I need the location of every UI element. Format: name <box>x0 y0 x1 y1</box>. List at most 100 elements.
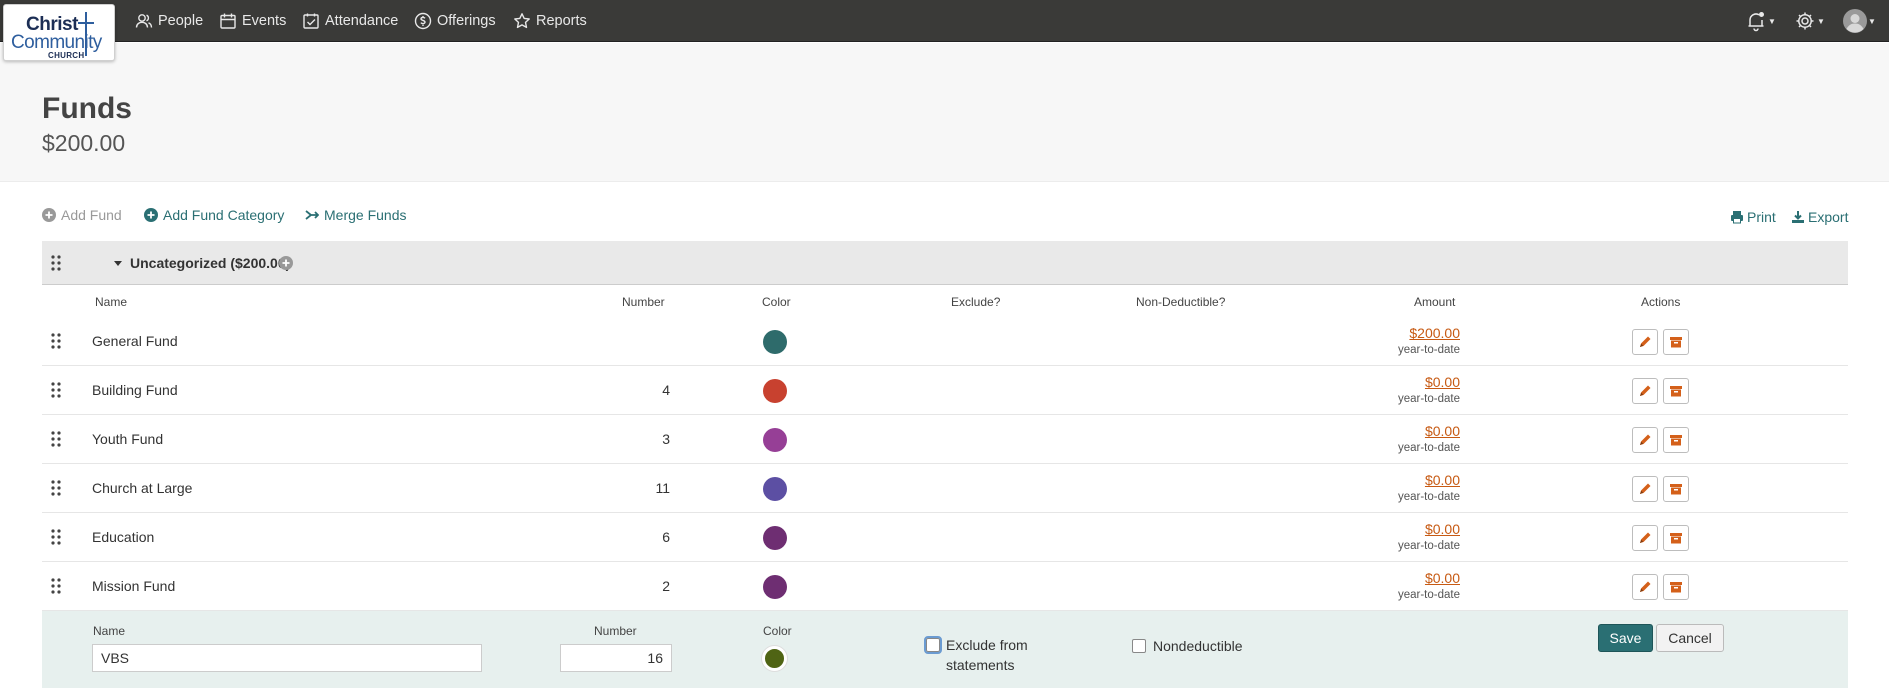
export-button[interactable]: Export <box>1791 209 1848 225</box>
fund-number: 3 <box>662 431 670 447</box>
merge-funds-button[interactable]: Merge Funds <box>305 207 406 223</box>
column-header-name: Name <box>95 295 128 309</box>
edit-fund-button[interactable] <box>1632 574 1658 600</box>
fund-amount-link[interactable]: $0.00 <box>1425 570 1460 586</box>
church-logo[interactable]: Christ Community CHURCH <box>3 4 115 61</box>
archive-fund-button[interactable] <box>1663 329 1689 355</box>
exclude-label: Exclude from statements <box>946 637 1028 673</box>
archive-icon <box>1669 531 1683 545</box>
name-field-label: Name <box>93 624 126 638</box>
add-fund-button[interactable]: Add Fund <box>42 207 122 223</box>
logo-line-3: CHURCH <box>48 51 85 60</box>
drag-handle-icon[interactable] <box>50 254 62 272</box>
edit-fund-button[interactable] <box>1632 476 1658 502</box>
add-fund-category-button[interactable]: Add Fund Category <box>144 207 284 223</box>
nav-offerings[interactable]: Offerings <box>414 0 496 42</box>
exclude-checkbox[interactable] <box>924 636 942 654</box>
table-row: General Fund $200.00 year-to-date <box>42 317 1848 366</box>
fund-number: 6 <box>662 529 670 545</box>
print-label: Print <box>1747 209 1776 225</box>
add-to-category-button[interactable] <box>279 256 293 270</box>
archive-icon <box>1669 335 1683 349</box>
caret-down-icon <box>114 260 122 266</box>
archive-fund-button[interactable] <box>1663 378 1689 404</box>
notifications-button[interactable]: ▼ <box>1745 8 1776 34</box>
pencil-icon <box>1638 384 1652 398</box>
settings-button[interactable]: ▼ <box>1794 8 1825 34</box>
drag-handle-icon[interactable] <box>50 430 62 448</box>
chevron-down-icon: ▼ <box>1868 16 1876 26</box>
category-toggle[interactable]: Uncategorized ($200.00) <box>114 255 290 271</box>
fund-number: 4 <box>662 382 670 398</box>
fund-color-swatch <box>763 428 787 452</box>
chevron-down-icon: ▼ <box>1768 16 1776 26</box>
column-header-amount: Amount <box>1414 295 1456 309</box>
nav-people[interactable]: People <box>135 0 203 42</box>
merge-icon <box>305 208 319 222</box>
save-button[interactable]: Save <box>1598 624 1653 652</box>
avatar <box>1843 9 1867 33</box>
edit-fund-button[interactable] <box>1632 427 1658 453</box>
drag-handle-icon[interactable] <box>50 479 62 497</box>
nondeductible-checkbox[interactable] <box>1132 639 1146 653</box>
add-fund-category-label: Add Fund Category <box>163 207 285 223</box>
table-row: Youth Fund 3 $0.00 year-to-date <box>42 415 1848 464</box>
fund-number-input[interactable]: 16 <box>560 644 672 672</box>
fund-amount-period: year-to-date <box>1397 491 1460 503</box>
cancel-button[interactable]: Cancel <box>1656 624 1724 652</box>
star-icon <box>513 12 531 30</box>
drag-handle-icon[interactable] <box>50 381 62 399</box>
fund-category-header: Uncategorized ($200.00) <box>42 241 1848 285</box>
fund-amount-link[interactable]: $0.00 <box>1425 472 1460 488</box>
add-fund-label: Add Fund <box>61 207 122 223</box>
archive-fund-button[interactable] <box>1663 574 1689 600</box>
fund-amount-link[interactable]: $0.00 <box>1425 521 1460 537</box>
nav-reports[interactable]: Reports <box>513 0 587 42</box>
archive-icon <box>1669 433 1683 447</box>
fund-amount-link[interactable]: $0.00 <box>1425 423 1460 439</box>
people-icon <box>135 12 153 30</box>
fund-name-input[interactable]: VBS <box>92 644 482 672</box>
archive-fund-button[interactable] <box>1663 476 1689 502</box>
fund-color-swatch <box>763 526 787 550</box>
fund-amount-period: year-to-date <box>1397 344 1460 356</box>
nav-offerings-label: Offerings <box>437 13 496 29</box>
nav-reports-label: Reports <box>536 13 587 29</box>
column-header-color: Color <box>762 295 791 309</box>
nav-people-label: People <box>158 13 204 29</box>
fund-color-swatch <box>763 379 787 403</box>
color-picker[interactable] <box>762 646 787 671</box>
nav-attendance-label: Attendance <box>325 13 399 29</box>
table-row: Church at Large 11 $0.00 year-to-date <box>42 464 1848 513</box>
printer-icon <box>1730 210 1744 224</box>
gear-icon <box>1794 10 1816 32</box>
archive-fund-button[interactable] <box>1663 525 1689 551</box>
nav-attendance[interactable]: Attendance <box>302 0 398 42</box>
archive-icon <box>1669 384 1683 398</box>
bell-icon <box>1745 10 1767 32</box>
column-header-nondeductible: Non-Deductible? <box>1136 295 1226 309</box>
fund-number: 11 <box>655 480 670 496</box>
category-title: Uncategorized ($200.00) <box>130 255 291 271</box>
download-icon <box>1791 210 1805 224</box>
fund-amount-period: year-to-date <box>1397 540 1460 552</box>
fund-name: Education <box>92 529 155 545</box>
fund-amount-link[interactable]: $200.00 <box>1409 325 1460 341</box>
nav-events[interactable]: Events <box>219 0 286 42</box>
drag-handle-icon[interactable] <box>50 332 62 350</box>
fund-amount-period: year-to-date <box>1397 393 1460 405</box>
column-header-exclude: Exclude? <box>951 295 1001 309</box>
edit-fund-button[interactable] <box>1632 378 1658 404</box>
print-button[interactable]: Print <box>1730 209 1776 225</box>
drag-handle-icon[interactable] <box>50 577 62 595</box>
drag-handle-icon[interactable] <box>50 528 62 546</box>
merge-funds-label: Merge Funds <box>324 207 407 223</box>
edit-fund-button[interactable] <box>1632 525 1658 551</box>
page-header: Funds $200.00 <box>0 43 1889 182</box>
fund-amount-link[interactable]: $0.00 <box>1425 374 1460 390</box>
edit-fund-button[interactable] <box>1632 329 1658 355</box>
user-menu-button[interactable]: ▼ <box>1843 8 1876 34</box>
fund-color-swatch <box>763 575 787 599</box>
archive-fund-button[interactable] <box>1663 427 1689 453</box>
pencil-icon <box>1638 531 1652 545</box>
